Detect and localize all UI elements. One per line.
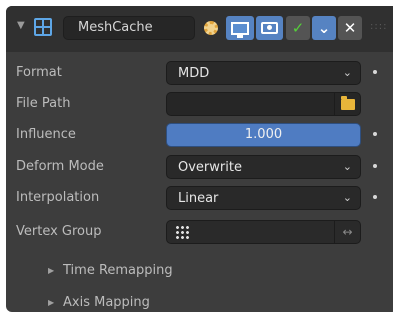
monitor-icon [230,21,249,38]
camera-icon [260,22,278,34]
modifier-header: ▼ MeshCache ✓ ⌄ ✕ :::: [6,6,393,52]
keyframe-dot-icon[interactable] [373,132,377,136]
close-icon: ✕ [343,19,357,37]
format-dropdown[interactable]: MDD ⌄ [166,61,361,85]
keyframe-dot-icon[interactable] [373,70,377,74]
apply-controls: ✓ ⌄ ✕ [286,16,362,40]
chevron-down-icon: ⌄ [317,19,331,37]
mesh-cache-modifier-icon [34,18,52,36]
keyframe-dot-icon[interactable] [373,195,377,199]
file-path-input[interactable] [166,92,361,116]
invert-arrows-icon[interactable]: ↔ [334,221,360,243]
deform-mode-row: Deform Mode Overwrite ⌄ [6,155,393,179]
interpolation-row: Interpolation Linear ⌄ [6,186,393,210]
expand-arrow-icon: ▶ [48,266,55,275]
vertex-group-field[interactable]: ↔ [166,220,361,244]
render-toggle[interactable] [255,16,283,40]
visibility-toggles [197,16,283,40]
file-path-label: File Path [16,96,71,111]
apply-button[interactable]: ✓ [286,16,310,40]
browse-file-button[interactable] [334,93,360,115]
interpolation-value: Linear [178,191,219,206]
edit-mode-toggle[interactable] [197,16,224,40]
subpanel-label: Axis Mapping [63,295,150,310]
interpolation-dropdown[interactable]: Linear ⌄ [166,186,361,210]
keyframe-dot-icon[interactable] [373,164,377,168]
deform-mode-dropdown[interactable]: Overwrite ⌄ [166,155,361,179]
drag-handle-icon[interactable]: :::: [370,21,387,32]
deform-mode-value: Overwrite [178,160,242,175]
format-value: MDD [178,66,210,81]
format-label: Format [16,65,62,80]
influence-label: Influence [16,127,76,142]
deform-mode-label: Deform Mode [16,159,104,174]
interpolation-label: Interpolation [16,190,100,205]
chevron-down-icon: ⌄ [342,160,352,173]
realtime-toggle[interactable] [226,16,254,40]
check-icon: ✓ [291,19,305,37]
expand-arrow-icon: ▶ [48,298,55,307]
file-path-row: File Path [6,92,393,116]
chevron-down-icon: ⌄ [342,191,352,204]
collapse-arrow-icon[interactable]: ▼ [17,20,25,31]
subpanel-label: Time Remapping [63,263,173,278]
format-row: Format MDD ⌄ [6,61,393,85]
chevron-down-icon: ⌄ [342,66,352,79]
subpanel-time-remapping[interactable]: ▶ Time Remapping [6,260,393,284]
modifier-name-field[interactable]: MeshCache [63,16,195,40]
remove-modifier-button[interactable]: ✕ [338,16,362,40]
vertex-group-label: Vertex Group [16,224,102,239]
influence-row: Influence 1.000 [6,123,393,147]
folder-icon [340,95,355,110]
influence-slider[interactable]: 1.000 [166,123,361,147]
vertex-group-row: Vertex Group ↔ [6,220,393,244]
gear-icon [203,21,218,35]
extra-menu-button[interactable]: ⌄ [312,16,336,40]
vertex-group-icon [175,225,189,239]
modifier-panel: ▼ MeshCache ✓ ⌄ ✕ :::: Format MDD ⌄ File… [6,6,393,312]
subpanel-axis-mapping[interactable]: ▶ Axis Mapping [6,292,393,312]
